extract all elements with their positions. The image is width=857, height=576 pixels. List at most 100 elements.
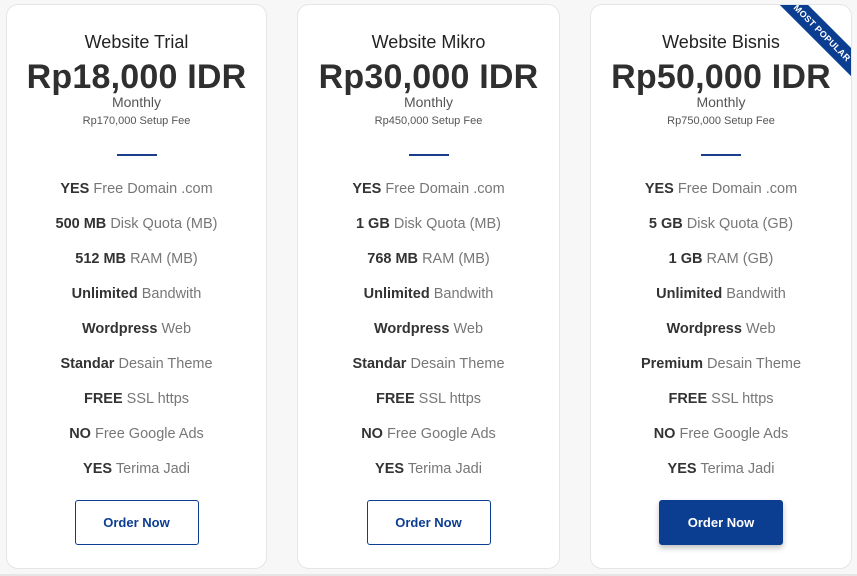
feature-list: YES Free Domain .com 5 GB Disk Quota (GB… bbox=[591, 179, 851, 494]
feature-label: Terima Jadi bbox=[115, 461, 190, 477]
feature-item: YES Free Domain .com bbox=[298, 179, 559, 214]
feature-label: SSL https bbox=[126, 391, 190, 407]
feature-value: Standar bbox=[352, 356, 407, 372]
feature-label: Bandwith bbox=[726, 286, 786, 302]
feature-item: NO Free Google Ads bbox=[298, 424, 559, 459]
feature-label: Desain Theme bbox=[118, 356, 213, 372]
feature-item: YES Free Domain .com bbox=[591, 179, 851, 214]
feature-label: Free Domain .com bbox=[385, 181, 505, 197]
feature-value: FREE bbox=[83, 391, 123, 407]
feature-list: YES Free Domain .com 500 MB Disk Quota (… bbox=[7, 179, 266, 494]
feature-item: Unlimited Bandwith bbox=[7, 284, 266, 319]
setup-fee: Rp170,000 Setup Fee bbox=[82, 115, 191, 127]
plan-period: Monthly bbox=[696, 94, 746, 110]
feature-value: YES bbox=[352, 181, 382, 197]
feature-label: Terima Jadi bbox=[700, 461, 775, 477]
feature-value: Unlimited bbox=[656, 286, 723, 302]
feature-list: YES Free Domain .com 1 GB Disk Quota (MB… bbox=[298, 179, 559, 494]
feature-item: FREE SSL https bbox=[7, 389, 266, 424]
feature-label: Desain Theme bbox=[410, 356, 505, 372]
plan-period: Monthly bbox=[403, 94, 454, 110]
order-now-button[interactable]: Order Now bbox=[74, 500, 199, 545]
feature-value: YES bbox=[83, 461, 113, 477]
feature-label: Disk Quota (MB) bbox=[110, 216, 218, 232]
feature-label: Web bbox=[161, 321, 192, 337]
feature-item: NO Free Google Ads bbox=[7, 424, 266, 459]
feature-value: Unlimited bbox=[363, 286, 430, 302]
feature-value: YES bbox=[375, 461, 405, 477]
feature-item: YES Terima Jadi bbox=[7, 459, 266, 494]
feature-value: Wordpress bbox=[373, 321, 450, 337]
feature-item: Standar Desain Theme bbox=[7, 354, 266, 389]
feature-label: Free Domain .com bbox=[93, 181, 213, 197]
feature-item: 512 MB RAM (MB) bbox=[7, 249, 266, 284]
feature-label: Disk Quota (GB) bbox=[686, 216, 794, 232]
setup-fee: Rp450,000 Setup Fee bbox=[374, 115, 483, 127]
feature-label: RAM (MB) bbox=[130, 251, 198, 267]
order-now-button[interactable]: Order Now bbox=[659, 500, 783, 545]
plan-price: Rp18,000 IDR bbox=[26, 58, 247, 96]
feature-value: YES bbox=[667, 461, 697, 477]
feature-value: 1 GB bbox=[355, 216, 390, 232]
feature-label: SSL https bbox=[418, 391, 482, 407]
feature-item: YES Terima Jadi bbox=[591, 459, 851, 494]
plan-price: Rp30,000 IDR bbox=[318, 58, 539, 96]
feature-value: Unlimited bbox=[71, 286, 138, 302]
feature-label: Free Google Ads bbox=[386, 426, 496, 442]
feature-item: Premium Desain Theme bbox=[591, 354, 851, 389]
feature-value: 1 GB bbox=[668, 251, 703, 267]
feature-item: 500 MB Disk Quota (MB) bbox=[7, 214, 266, 249]
setup-fee: Rp750,000 Setup Fee bbox=[667, 115, 775, 127]
feature-item: 1 GB Disk Quota (MB) bbox=[298, 214, 559, 249]
divider bbox=[116, 154, 157, 156]
feature-value: FREE bbox=[668, 391, 708, 407]
plan-period: Monthly bbox=[111, 94, 162, 110]
feature-item: Wordpress Web bbox=[298, 319, 559, 354]
pricing-card-bisnis: MOST POPULAR Website Bisnis Rp50,000 IDR… bbox=[590, 4, 852, 569]
feature-value: 768 MB bbox=[367, 251, 419, 267]
order-now-button[interactable]: Order Now bbox=[366, 500, 491, 545]
pricing-card-mikro: Website Mikro Rp30,000 IDR Monthly Rp450… bbox=[297, 4, 560, 569]
feature-item: Unlimited Bandwith bbox=[591, 284, 851, 319]
feature-label: Free Google Ads bbox=[94, 426, 204, 442]
feature-item: 1 GB RAM (GB) bbox=[591, 249, 851, 284]
feature-label: Free Google Ads bbox=[679, 426, 789, 442]
feature-value: 512 MB bbox=[75, 251, 127, 267]
feature-label: Web bbox=[745, 321, 776, 337]
feature-label: RAM (GB) bbox=[706, 251, 774, 267]
feature-item: FREE SSL https bbox=[298, 389, 559, 424]
pricing-card-trial: Website Trial Rp18,000 IDR Monthly Rp170… bbox=[6, 4, 267, 569]
feature-item: YES Terima Jadi bbox=[298, 459, 559, 494]
feature-item: Wordpress Web bbox=[7, 319, 266, 354]
feature-item: FREE SSL https bbox=[591, 389, 851, 424]
feature-label: Terima Jadi bbox=[407, 461, 482, 477]
feature-label: SSL https bbox=[711, 391, 774, 407]
feature-value: 500 MB bbox=[55, 216, 107, 232]
feature-item: YES Free Domain .com bbox=[7, 179, 266, 214]
feature-value: YES bbox=[644, 181, 674, 197]
feature-label: RAM (MB) bbox=[422, 251, 490, 267]
feature-label: Web bbox=[453, 321, 484, 337]
plan-name: Website Trial bbox=[84, 32, 189, 52]
feature-value: NO bbox=[361, 426, 383, 442]
feature-value: Premium bbox=[640, 356, 703, 372]
feature-item: 768 MB RAM (MB) bbox=[298, 249, 559, 284]
feature-label: Bandwith bbox=[141, 286, 202, 302]
feature-item: 5 GB Disk Quota (GB) bbox=[591, 214, 851, 249]
feature-label: Desain Theme bbox=[707, 356, 802, 372]
feature-label: Bandwith bbox=[433, 286, 494, 302]
feature-value: NO bbox=[69, 426, 91, 442]
feature-value: YES bbox=[60, 181, 90, 197]
feature-label: Free Domain .com bbox=[677, 181, 798, 197]
feature-value: Standar bbox=[60, 356, 115, 372]
feature-label: Disk Quota (MB) bbox=[393, 216, 502, 232]
feature-item: Unlimited Bandwith bbox=[298, 284, 559, 319]
feature-item: Wordpress Web bbox=[591, 319, 851, 354]
feature-item: NO Free Google Ads bbox=[591, 424, 851, 459]
feature-value: 5 GB bbox=[648, 216, 683, 232]
feature-value: Wordpress bbox=[666, 321, 742, 337]
feature-value: Wordpress bbox=[81, 321, 158, 337]
divider bbox=[408, 154, 449, 156]
plan-price: Rp50,000 IDR bbox=[611, 58, 831, 96]
plan-name: Website Mikro bbox=[371, 32, 486, 52]
